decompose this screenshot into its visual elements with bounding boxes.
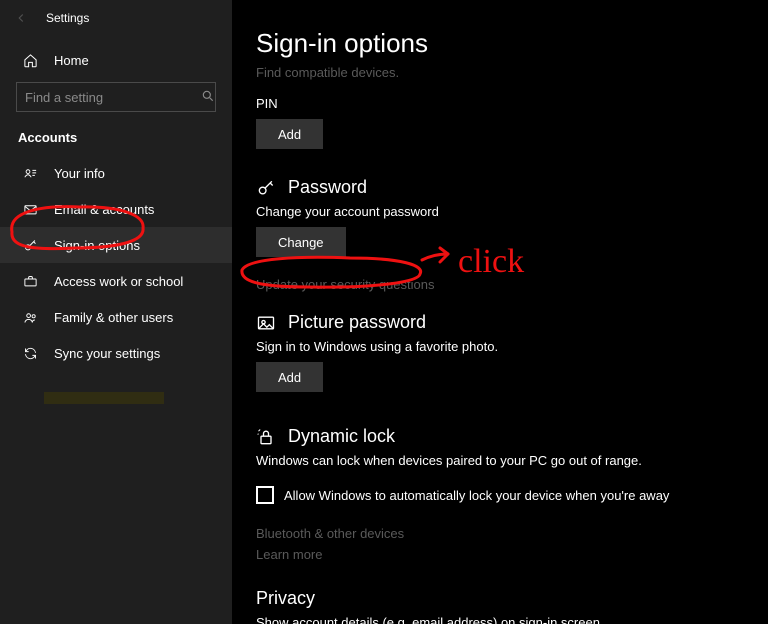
picture-password-desc: Sign in to Windows using a favorite phot…: [256, 339, 748, 354]
sidebar-item-email-accounts[interactable]: Email & accounts: [0, 191, 232, 227]
privacy-desc: Show account details (e.g. email address…: [256, 615, 748, 624]
pin-label: PIN: [256, 96, 748, 111]
dynamic-lock-checkbox-label: Allow Windows to automatically lock your…: [284, 488, 669, 503]
sidebar-item-label: Sync your settings: [54, 346, 160, 361]
dynamic-lock-heading: Dynamic lock: [288, 426, 395, 447]
password-desc: Change your account password: [256, 204, 748, 219]
picture-password-heading: Picture password: [288, 312, 426, 333]
search-icon: [201, 89, 215, 106]
pin-add-button[interactable]: Add: [256, 119, 323, 149]
key-icon: [22, 238, 38, 253]
highlight-smudge: [44, 392, 164, 404]
dynamic-lock-checkbox-row[interactable]: Allow Windows to automatically lock your…: [256, 486, 748, 504]
back-button[interactable]: [10, 7, 32, 29]
window-title: Settings: [46, 11, 89, 25]
sidebar-item-sync-settings[interactable]: Sync your settings: [0, 335, 232, 371]
sidebar-item-label: Family & other users: [54, 310, 173, 325]
main-content: Sign-in options Find compatible devices.…: [232, 0, 768, 624]
home-icon: [22, 53, 38, 68]
person-card-icon: [22, 166, 38, 181]
sidebar-item-label: Email & accounts: [54, 202, 154, 217]
dynamic-lock-desc: Windows can lock when devices paired to …: [256, 453, 748, 468]
dynamic-lock-icon: [256, 427, 276, 447]
sidebar: Settings Home Accounts Your info Email &…: [0, 0, 232, 624]
update-security-questions-link[interactable]: Update your security questions: [256, 277, 434, 292]
page-title: Sign-in options: [256, 28, 748, 59]
picture-icon: [256, 313, 276, 333]
sidebar-item-access-work-school[interactable]: Access work or school: [0, 263, 232, 299]
category-header: Accounts: [0, 130, 232, 145]
sidebar-item-label: Sign-in options: [54, 238, 140, 253]
privacy-heading: Privacy: [256, 588, 315, 609]
sidebar-item-label: Your info: [54, 166, 105, 181]
bluetooth-devices-link[interactable]: Bluetooth & other devices: [256, 526, 404, 541]
home-button[interactable]: Home: [0, 40, 232, 80]
sidebar-item-family-users[interactable]: Family & other users: [0, 299, 232, 335]
page-subtitle: Find compatible devices.: [256, 65, 399, 80]
key-icon: [256, 178, 276, 198]
sidebar-item-signin-options[interactable]: Sign-in options: [0, 227, 232, 263]
password-heading: Password: [288, 177, 367, 198]
learn-more-link[interactable]: Learn more: [256, 547, 322, 562]
people-icon: [22, 310, 38, 325]
search-field[interactable]: [25, 90, 201, 105]
mail-icon: [22, 202, 38, 217]
checkbox-icon[interactable]: [256, 486, 274, 504]
search-input[interactable]: [16, 82, 216, 112]
password-change-button[interactable]: Change: [256, 227, 346, 257]
briefcase-icon: [22, 274, 38, 289]
sidebar-item-your-info[interactable]: Your info: [0, 155, 232, 191]
picture-password-add-button[interactable]: Add: [256, 362, 323, 392]
sync-icon: [22, 346, 38, 361]
home-label: Home: [54, 53, 89, 68]
sidebar-item-label: Access work or school: [54, 274, 183, 289]
